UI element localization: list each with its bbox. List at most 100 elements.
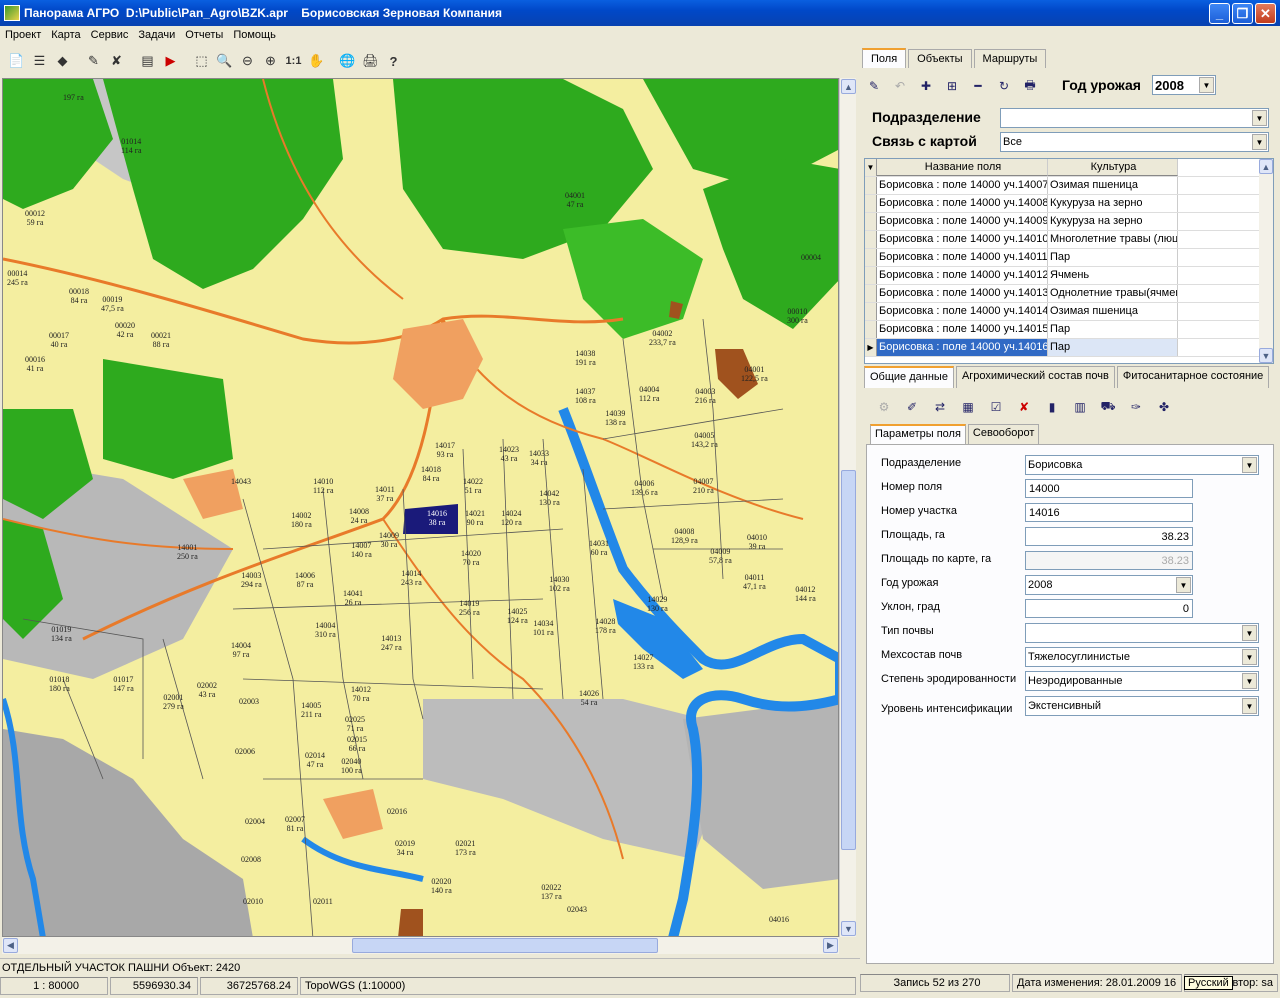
table-row[interactable]: Борисовка : поле 14000 уч.14008 Кукуруза …	[865, 195, 1273, 213]
scroll-down-icon[interactable]: ▼	[1259, 348, 1273, 363]
harvest-year-select[interactable]: 2008 ▼	[1152, 75, 1216, 95]
scroll-right-icon[interactable]: ▶	[823, 938, 838, 953]
tab-phytosanitary[interactable]: Фитосанитарное состояние	[1116, 366, 1270, 388]
column-header-name[interactable]: Название поля	[877, 159, 1048, 176]
param-harvest-year-select[interactable]: 2008 ▼	[1025, 575, 1193, 595]
field-unlink-icon[interactable]: ✘	[1014, 397, 1034, 417]
field-link-icon[interactable]: ⇄	[930, 397, 950, 417]
undo-icon[interactable]: ↶	[890, 76, 910, 96]
field-table-icon[interactable]: ▦	[958, 397, 978, 417]
language-indicator[interactable]: Русский	[1184, 976, 1233, 990]
row-indicator[interactable]	[865, 303, 877, 320]
zoom-icon[interactable]: 🔍	[214, 51, 235, 72]
crop-cell[interactable]: Пар	[1048, 249, 1178, 266]
row-indicator[interactable]	[865, 213, 877, 230]
map-view[interactable]: 01014 114 га 00012 59 га 00014 245 га 00018…	[2, 78, 839, 937]
table-row[interactable]: ▶ Борисовка : поле 14000 уч.14016 Пар	[865, 339, 1273, 357]
open-project-icon[interactable]: 📄	[6, 51, 27, 72]
grid-scrollbar[interactable]: ▲ ▼	[1259, 159, 1273, 363]
field-edit-icon[interactable]: ✐	[902, 397, 922, 417]
field-name-cell[interactable]: Борисовка : поле 14000 уч.14009	[877, 213, 1048, 230]
add-linked-icon[interactable]: ⊞	[942, 76, 962, 96]
table-row[interactable]: Борисовка : поле 14000 уч.14015 Пар	[865, 321, 1273, 339]
crop-cell[interactable]: Пар	[1048, 321, 1178, 338]
row-indicator[interactable]: ▶	[865, 339, 877, 356]
crop-cell[interactable]: Однолетние травы(ячмен	[1048, 285, 1178, 302]
field-number-input[interactable]: 14000	[1025, 479, 1193, 498]
soil-texture-select[interactable]: Тяжелосуглинистые ▼	[1025, 647, 1259, 667]
add-record-icon[interactable]: ✚	[916, 76, 936, 96]
row-indicator[interactable]	[865, 177, 877, 194]
tab-crop-rotation[interactable]: Севооборот	[967, 424, 1040, 444]
fields-grid[interactable]: ▼ Название поля Культура Борисовка : пол…	[864, 158, 1274, 364]
menu-project[interactable]: Проект	[0, 29, 46, 41]
map-vertical-thumb[interactable]	[841, 470, 856, 850]
table-row[interactable]: Борисовка : поле 14000 уч.14013 Однолетни…	[865, 285, 1273, 303]
crop-cell[interactable]: Ячмень	[1048, 267, 1178, 284]
field-name-cell[interactable]: Борисовка : поле 14000 уч.14011	[877, 249, 1048, 266]
subdivision-select[interactable]: ▼	[1000, 108, 1269, 128]
column-header-crop[interactable]: Культура	[1048, 159, 1178, 176]
row-indicator[interactable]	[865, 231, 877, 248]
select-rect-icon[interactable]: ⬚	[191, 51, 212, 72]
refresh-icon[interactable]: ↻	[994, 76, 1014, 96]
layers-icon[interactable]: ☰	[29, 51, 50, 72]
tab-fields[interactable]: Поля	[862, 48, 907, 68]
crop-cell[interactable]: Кукуруза на зерно	[1048, 213, 1178, 230]
table-row[interactable]: Борисовка : поле 14000 уч.14007 Озимая пш…	[865, 177, 1273, 195]
menu-map[interactable]: Карта	[46, 29, 85, 41]
crop-cell[interactable]: Озимая пшеница	[1048, 303, 1178, 320]
scroll-down-icon[interactable]: ▼	[841, 921, 856, 936]
field-name-cell[interactable]: Борисовка : поле 14000 уч.14015	[877, 321, 1048, 338]
param-subdivision-select[interactable]: Борисовка ▼	[1025, 455, 1259, 475]
tab-objects[interactable]: Объекты	[908, 49, 972, 68]
chart-icon[interactable]: ▮	[1042, 397, 1062, 417]
tab-field-params[interactable]: Параметры поля	[870, 424, 966, 444]
plot-number-input[interactable]: 14016	[1025, 503, 1193, 522]
scroll-up-icon[interactable]: ▲	[1259, 159, 1273, 174]
slope-input[interactable]: 0	[1025, 599, 1193, 618]
pan-hand-icon[interactable]: ✋	[306, 51, 327, 72]
eraser-icon[interactable]: ◆	[52, 51, 73, 72]
close-button[interactable]: ✕	[1255, 3, 1276, 24]
scroll-left-icon[interactable]: ◀	[3, 938, 18, 953]
actual-size-icon[interactable]: 1:1	[283, 51, 304, 72]
select-object-icon[interactable]: ✎	[83, 51, 104, 72]
field-select-icon[interactable]: ☑	[986, 397, 1006, 417]
globe-icon[interactable]: 🌐	[337, 51, 358, 72]
field-name-cell[interactable]: Борисовка : поле 14000 уч.14014	[877, 303, 1048, 320]
deselect-icon[interactable]: ✘	[106, 51, 127, 72]
map-horizontal-thumb[interactable]	[352, 938, 658, 953]
table-row[interactable]: Борисовка : поле 14000 уч.14012 Ячмень	[865, 267, 1273, 285]
print-record-icon[interactable]: 🖶	[1020, 76, 1040, 96]
crop-cell[interactable]: Кукуруза на зерно	[1048, 195, 1178, 212]
field-name-cell[interactable]: Борисовка : поле 14000 уч.14007	[877, 177, 1048, 194]
table-row[interactable]: Борисовка : поле 14000 уч.14011 Пар	[865, 249, 1273, 267]
menu-tasks[interactable]: Задачи	[133, 29, 180, 41]
table-icon[interactable]: ▤	[137, 51, 158, 72]
map-horizontal-scrollbar[interactable]: ◀ ▶	[2, 937, 839, 954]
zoom-in-icon[interactable]: ⊕	[260, 51, 281, 72]
map-canvas[interactable]	[3, 79, 839, 937]
building-icon[interactable]: ▥	[1070, 397, 1090, 417]
field-name-cell[interactable]: Борисовка : поле 14000 уч.14013	[877, 285, 1048, 302]
edit-record-icon[interactable]: ✎	[864, 76, 884, 96]
map-vertical-scrollbar[interactable]: ▲ ▼	[839, 78, 856, 937]
settings-icon[interactable]: ⚙	[874, 397, 894, 417]
arrow-red-icon[interactable]: ▶	[160, 51, 181, 72]
crop-cell[interactable]: Пар	[1048, 339, 1178, 356]
table-row[interactable]: Борисовка : поле 14000 уч.14014 Озимая пш…	[865, 303, 1273, 321]
tab-agrochemistry[interactable]: Агрохимический состав почв	[955, 366, 1115, 388]
tractor-icon[interactable]: ⛟	[1098, 397, 1118, 417]
tab-general[interactable]: Общие данные	[864, 366, 954, 388]
field-name-cell[interactable]: Борисовка : поле 14000 уч.14016	[877, 339, 1048, 356]
delete-record-icon[interactable]: ━	[968, 76, 988, 96]
spray-icon[interactable]: ✤	[1154, 397, 1174, 417]
menu-service[interactable]: Сервис	[86, 29, 134, 41]
area-input[interactable]: 38.23	[1025, 527, 1193, 546]
help-pointer-icon[interactable]: ?	[383, 51, 404, 72]
table-row[interactable]: Борисовка : поле 14000 уч.14009 Кукуруза …	[865, 213, 1273, 231]
scroll-up-icon[interactable]: ▲	[841, 79, 856, 94]
table-row[interactable]: Борисовка : поле 14000 уч.14010 Многолетн…	[865, 231, 1273, 249]
row-indicator[interactable]	[865, 321, 877, 338]
